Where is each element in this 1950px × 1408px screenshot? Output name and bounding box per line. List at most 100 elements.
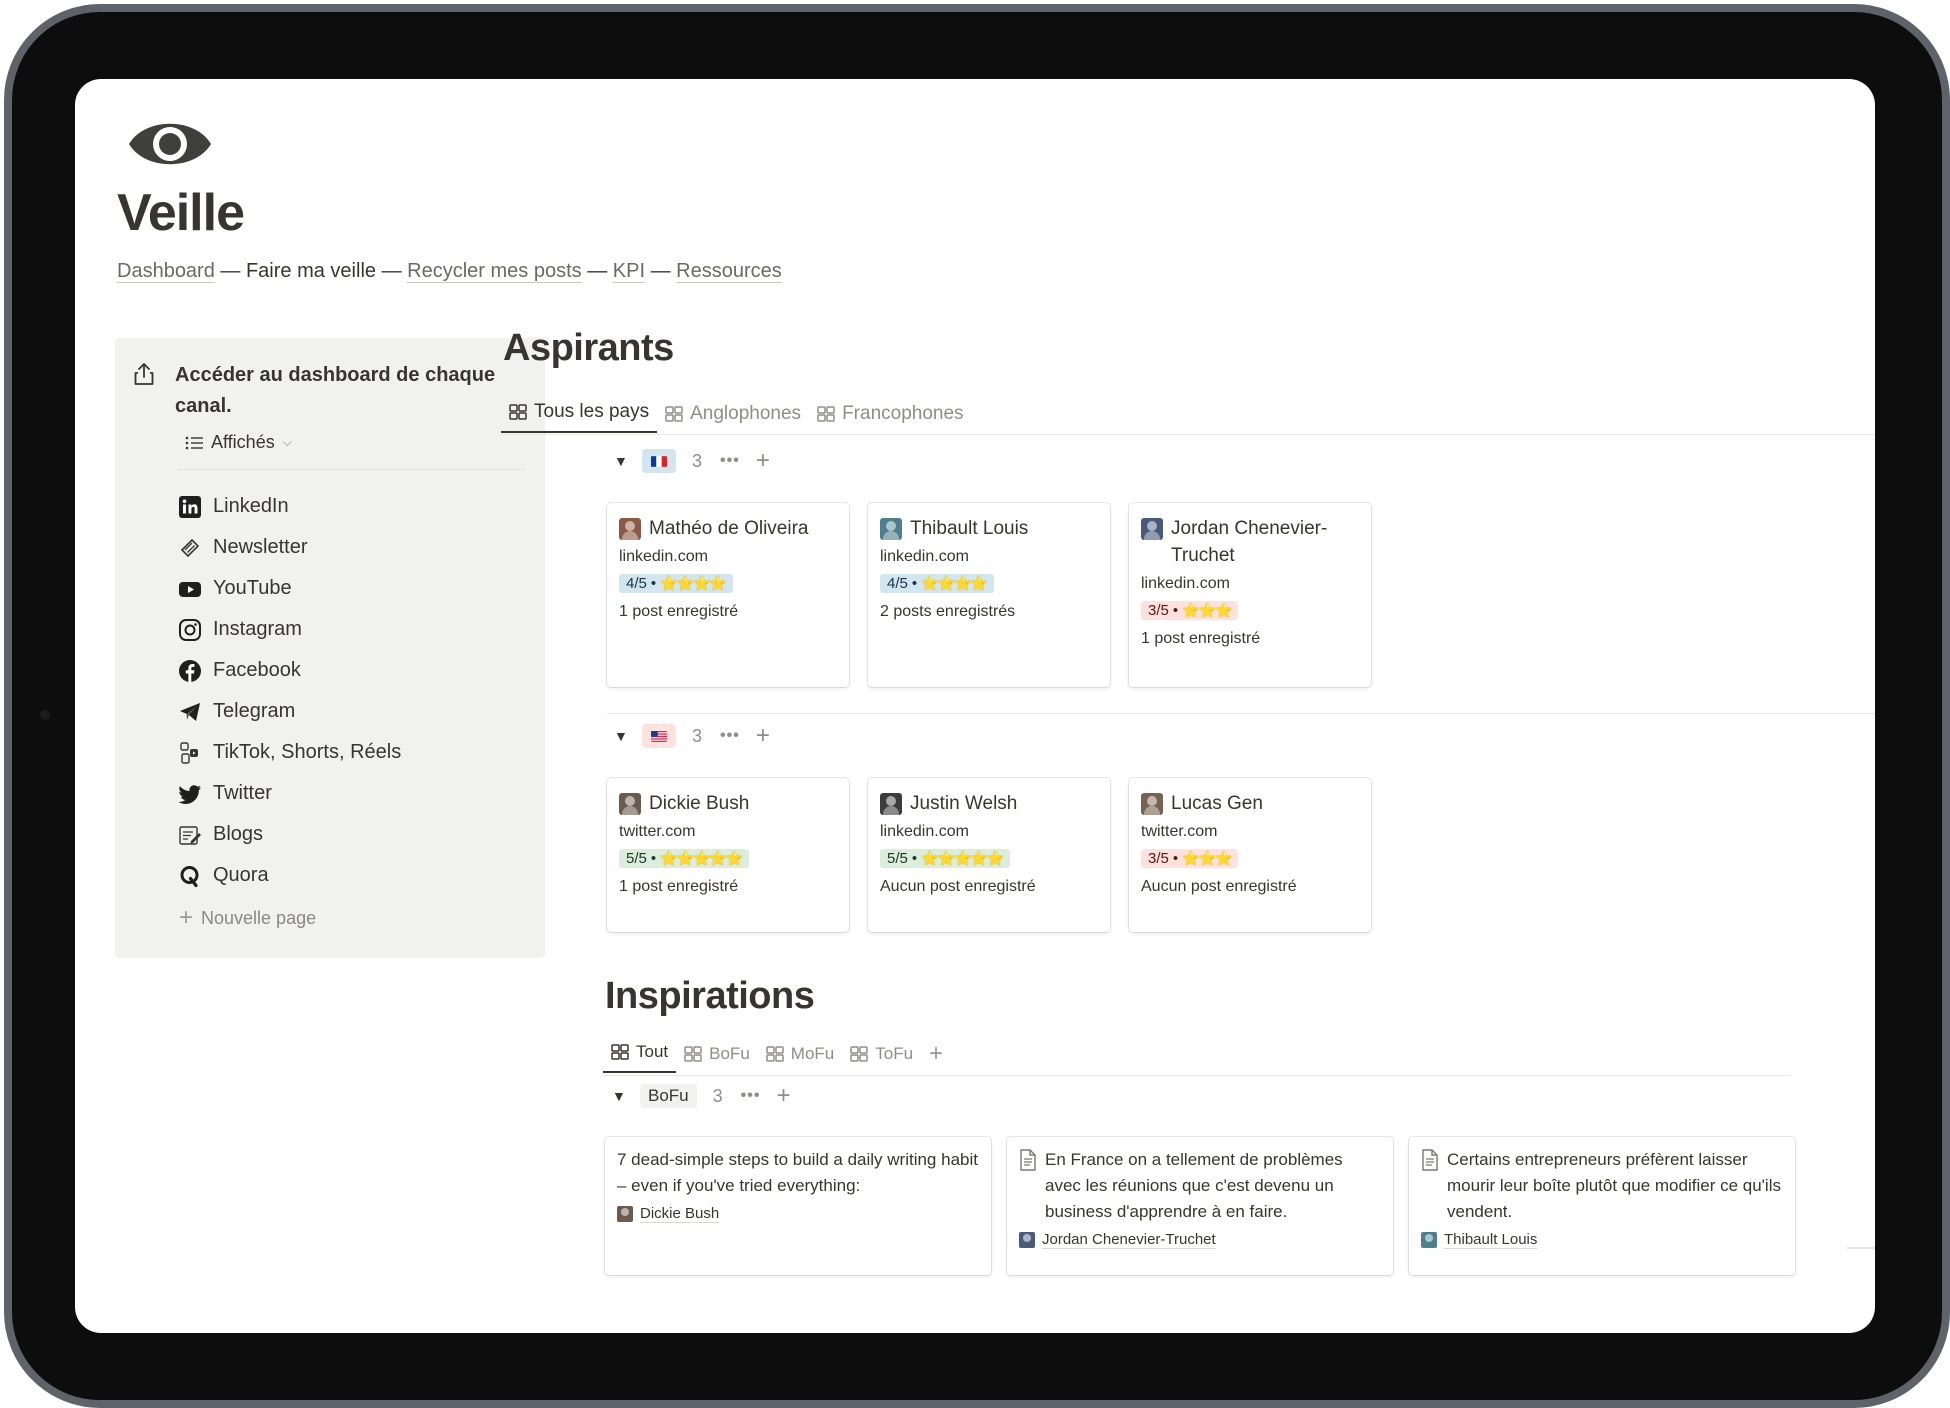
breadcrumb-separator: —: [587, 260, 608, 282]
breadcrumb-resources-link[interactable]: Ressources: [676, 260, 782, 283]
tab-francophones[interactable]: Francophones: [809, 395, 971, 433]
channel-label: Quora: [213, 864, 269, 886]
channel-item-youtube[interactable]: YouTube: [177, 568, 401, 609]
tab-label: Tout: [636, 1042, 669, 1061]
avatar: [880, 793, 902, 815]
channel-item-twitter[interactable]: Twitter: [177, 773, 401, 814]
channel-item-newsletter[interactable]: Newsletter: [177, 527, 401, 568]
channel-label: YouTube: [213, 577, 292, 599]
page-title: Veille: [117, 184, 245, 242]
usa-flag-icon: [642, 724, 676, 748]
avatar: [1141, 518, 1163, 540]
channel-label: Instagram: [213, 618, 302, 640]
tab-tous-les-pays[interactable]: Tous les pays: [501, 393, 658, 433]
aspirant-card[interactable]: Mathéo de Oliveira linkedin.com 4/5 • ⭐⭐⭐⭐…: [607, 503, 849, 687]
plus-icon: +: [929, 1040, 944, 1067]
avatar: [619, 793, 641, 815]
add-card-icon[interactable]: +: [756, 724, 770, 748]
add-card-icon[interactable]: +: [776, 1084, 790, 1108]
star-icons: ⭐⭐⭐⭐: [660, 575, 727, 591]
collapse-toggle-icon[interactable]: ▼: [614, 728, 642, 744]
channel-item-quora[interactable]: Quora: [177, 855, 401, 896]
inspiration-card[interactable]: Certains entrepreneurs préfèrent laisser…: [1409, 1137, 1795, 1275]
tab-label: MoFu: [790, 1044, 835, 1063]
inspirations-tabs: Tout BoFu MoFu ToFu +: [603, 1033, 951, 1073]
more-options-icon[interactable]: •••: [720, 452, 740, 470]
rating-badge: 3/5 • ⭐⭐⭐: [1141, 849, 1239, 868]
inspiration-card[interactable]: En France on a tellement de problèmes av…: [1007, 1137, 1393, 1275]
aspirant-card[interactable]: Lucas Gen twitter.com 3/5 • ⭐⭐⭐ Aucun post…: [1129, 778, 1371, 932]
channel-item-tiktok[interactable]: TikTok, Shorts, Réels: [177, 732, 401, 773]
card-posts: 1 post enregistré: [619, 603, 739, 620]
rating-value: 4/5: [626, 575, 647, 592]
channel-item-facebook[interactable]: Facebook: [177, 650, 401, 691]
gallery-icon: [817, 406, 835, 422]
scrollbar[interactable]: [1847, 1247, 1875, 1249]
group-divider: [607, 713, 1875, 714]
more-options-icon[interactable]: •••: [741, 1087, 761, 1105]
inspiration-title: 7 dead-simple steps to build a daily wri…: [617, 1150, 978, 1195]
star-icons: ⭐⭐⭐⭐⭐: [921, 850, 1004, 866]
inspiration-card[interactable]: 7 dead-simple steps to build a daily wri…: [605, 1137, 991, 1275]
breadcrumb-recycle-link[interactable]: Recycler mes posts: [407, 260, 582, 283]
tab-tofu[interactable]: ToFu: [842, 1035, 921, 1073]
avatar: [619, 518, 641, 540]
rating-value: 3/5: [1148, 602, 1169, 619]
tab-mofu[interactable]: MoFu: [758, 1035, 842, 1073]
list-icon: [185, 436, 203, 449]
eye-icon[interactable]: [127, 113, 213, 175]
add-card-icon[interactable]: +: [756, 449, 770, 473]
collapse-toggle-icon[interactable]: ▼: [612, 1088, 640, 1104]
aspirant-card[interactable]: Dickie Bush twitter.com 5/5 • ⭐⭐⭐⭐⭐ 1 post…: [607, 778, 849, 932]
more-options-icon[interactable]: •••: [720, 727, 740, 745]
collapse-toggle-icon[interactable]: ▼: [614, 453, 642, 469]
aspirant-card[interactable]: Thibault Louis linkedin.com 4/5 • ⭐⭐⭐⭐ 2 p…: [868, 503, 1110, 687]
card-site: linkedin.com: [880, 548, 969, 565]
tab-label: ToFu: [875, 1044, 914, 1063]
card-name: Mathéo de Oliveira: [649, 518, 809, 539]
card-name: Jordan Chenevier-Truchet: [1171, 518, 1328, 566]
aspirant-card[interactable]: Jordan Chenevier-Truchet linkedin.com 3/…: [1129, 503, 1371, 687]
rating-value: 4/5: [887, 575, 908, 592]
card-name: Justin Welsh: [910, 793, 1018, 814]
breadcrumb-current: Faire ma veille: [245, 260, 377, 282]
instagram-icon: [177, 617, 203, 643]
channel-item-telegram[interactable]: Telegram: [177, 691, 401, 732]
rating-value: 5/5: [626, 850, 647, 867]
view-selector[interactable]: Affichés ⌵: [185, 432, 292, 453]
breadcrumb-separator: —: [381, 260, 402, 282]
camera-dot: [40, 710, 50, 720]
group-count: 3: [692, 450, 703, 471]
star-icons: ⭐⭐⭐⭐⭐: [660, 850, 743, 866]
channel-label: LinkedIn: [213, 495, 289, 517]
new-page-button[interactable]: + Nouvelle page: [177, 896, 401, 940]
tab-anglophones[interactable]: Anglophones: [657, 395, 809, 433]
chevron-down-icon: ⌵: [282, 435, 292, 449]
document-icon: [1020, 1149, 1036, 1171]
channel-item-instagram[interactable]: Instagram: [177, 609, 401, 650]
channel-item-blogs[interactable]: Blogs: [177, 814, 401, 855]
card-site: twitter.com: [619, 823, 696, 840]
tab-tout[interactable]: Tout: [603, 1033, 677, 1073]
tabs-divider: [603, 1075, 1791, 1076]
inspiration-author[interactable]: Thibault Louis: [1444, 1231, 1538, 1249]
tabs-divider: [501, 434, 1875, 435]
aspirant-card[interactable]: Justin Welsh linkedin.com 5/5 • ⭐⭐⭐⭐⭐ Aucu…: [868, 778, 1110, 932]
inspiration-author[interactable]: Dickie Bush: [640, 1205, 720, 1223]
breadcrumb-dashboard-link[interactable]: Dashboard: [117, 260, 215, 283]
breadcrumb-kpi-link[interactable]: KPI: [612, 260, 646, 283]
card-posts: 1 post enregistré: [1141, 630, 1261, 647]
rating-value: 5/5: [887, 850, 908, 867]
card-name: Thibault Louis: [910, 518, 1029, 539]
star-icons: ⭐⭐⭐: [1182, 850, 1232, 866]
card-posts: 1 post enregistré: [619, 878, 739, 895]
channel-item-linkedin[interactable]: LinkedIn: [177, 486, 401, 527]
document-icon: [1422, 1149, 1438, 1171]
newsletter-icon: [177, 535, 203, 561]
star-icons: ⭐⭐⭐⭐: [921, 575, 988, 591]
tab-bofu[interactable]: BoFu: [676, 1035, 758, 1073]
inspiration-title: En France on a tellement de problèmes av…: [1045, 1150, 1343, 1221]
inspiration-author[interactable]: Jordan Chenevier-Truchet: [1042, 1231, 1216, 1249]
add-view-button[interactable]: +: [921, 1035, 951, 1073]
tab-label: Francophones: [842, 403, 964, 424]
